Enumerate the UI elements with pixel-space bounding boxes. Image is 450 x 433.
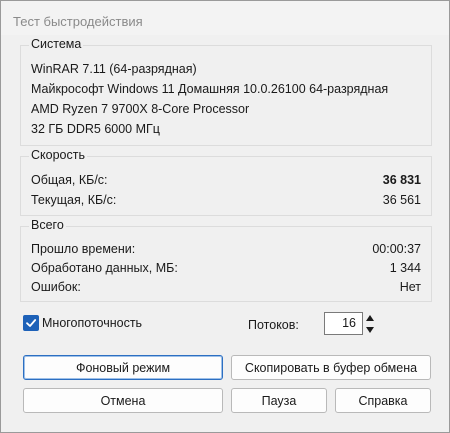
copy-to-clipboard-button[interactable]: Скопировать в буфер обмена (231, 355, 431, 380)
elapsed-time-value: 00:00:37 (372, 242, 421, 256)
speed-group: Скорость Общая, КБ/с: 36 831 Текущая, КБ… (20, 148, 432, 216)
dialog-client-area: Система WinRAR 7.11 (64-разрядная) Майкр… (9, 35, 440, 423)
background-mode-button[interactable]: Фоновый режим (23, 355, 223, 380)
window-title: Тест быстродействия (13, 14, 143, 29)
speed-current-label: Текущая, КБ/с: (31, 193, 117, 207)
pause-button[interactable]: Пауза (231, 388, 327, 413)
help-label: Справка (358, 393, 408, 408)
triangle-up-icon (366, 314, 374, 321)
multithread-checkbox[interactable] (23, 315, 39, 331)
spin-up-button[interactable] (363, 312, 377, 323)
errors-value: Нет (399, 280, 421, 294)
speed-group-title: Скорость (29, 148, 87, 162)
background-mode-label: Фоновый режим (75, 360, 171, 375)
benchmark-dialog: Тест быстродействия Система WinRAR 7.11 … (0, 0, 450, 433)
system-group: Система WinRAR 7.11 (64-разрядная) Майкр… (20, 37, 432, 146)
copy-to-clipboard-label: Скопировать в буфер обмена (244, 360, 418, 375)
system-line: AMD Ryzen 7 9700X 8-Core Processor (31, 102, 250, 116)
spin-down-button[interactable] (363, 324, 377, 335)
cancel-label: Отмена (100, 393, 146, 408)
errors-label: Ошибок: (31, 280, 81, 294)
system-line: 32 ГБ DDR5 6000 МГц (31, 122, 160, 136)
speed-current-value: 36 561 (382, 193, 421, 207)
elapsed-time-label: Прошло времени: (31, 242, 136, 256)
threads-spinner (363, 312, 377, 335)
multithread-label[interactable]: Многопоточность (42, 316, 142, 330)
processed-data-value: 1 344 (389, 261, 421, 275)
pause-label: Пауза (261, 393, 297, 408)
threads-input[interactable]: 16 (324, 312, 363, 335)
title-bar[interactable]: Тест быстродействия (1, 1, 449, 35)
system-line: WinRAR 7.11 (64-разрядная) (31, 62, 197, 76)
threads-label: Потоков: (248, 318, 299, 332)
cancel-button[interactable]: Отмена (23, 388, 223, 413)
total-group-title: Всего (29, 218, 66, 232)
checkmark-icon (26, 319, 37, 327)
system-group-title: Система (29, 37, 84, 51)
triangle-down-icon (366, 326, 374, 333)
processed-data-label: Обработано данных, МБ: (31, 261, 178, 275)
threads-value: 16 (342, 316, 356, 330)
system-line: Майкрософт Windows 11 Домашняя 10.0.2610… (31, 82, 389, 96)
speed-overall-value: 36 831 (382, 173, 421, 187)
total-group: Всего Прошло времени: 00:00:37 Обработан… (20, 218, 432, 302)
speed-overall-label: Общая, КБ/с: (31, 173, 108, 187)
help-button[interactable]: Справка (335, 388, 431, 413)
